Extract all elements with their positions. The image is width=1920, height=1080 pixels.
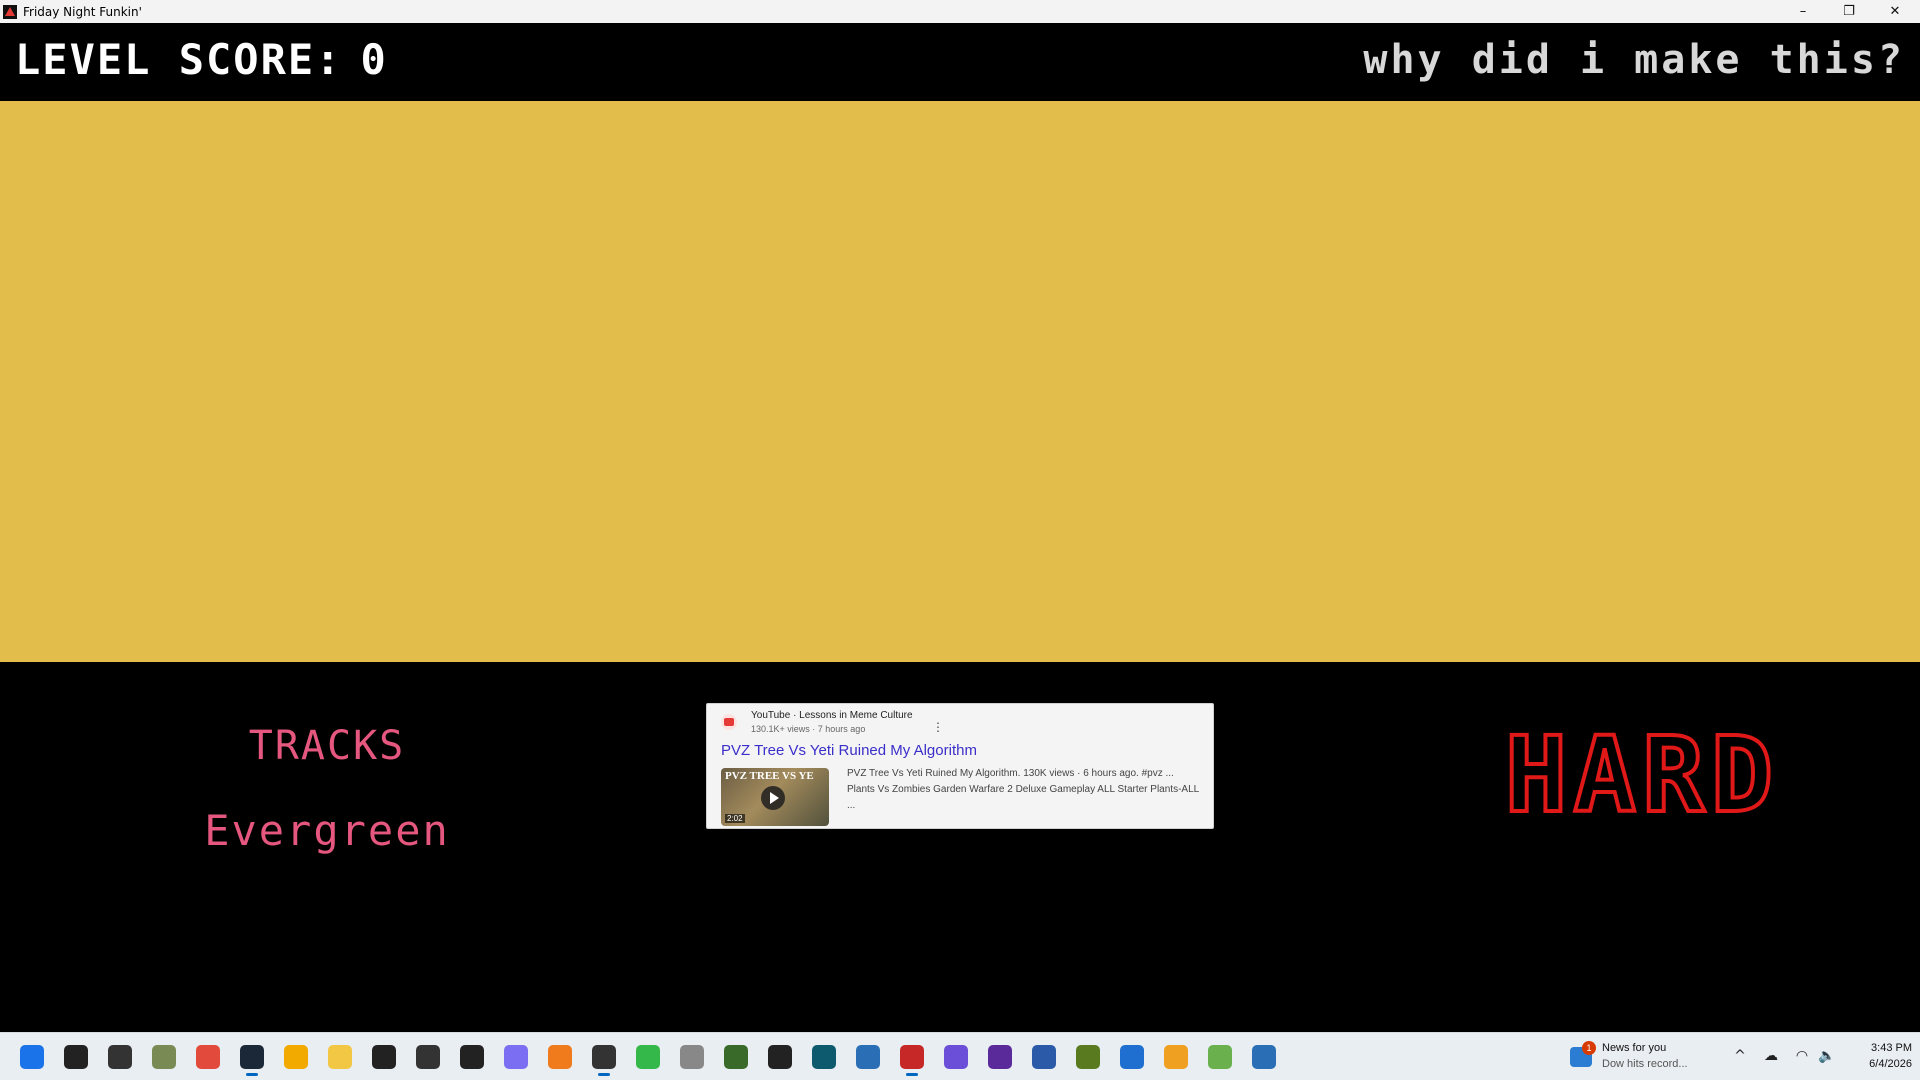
more-vert-icon[interactable]: ⋮ <box>932 720 944 734</box>
tray-chevron-icon[interactable]: ^ <box>1731 1047 1749 1065</box>
game-viewport[interactable]: LEVEL SCORE: 0 why did i make this? TRACK… <box>0 23 1920 1032</box>
fl-studio-icon[interactable] <box>548 1045 572 1069</box>
card-source: YouTube · Lessons in Meme Culture <box>751 710 913 721</box>
star-app-icon[interactable] <box>724 1045 748 1069</box>
card-description: PVZ Tree Vs Yeti Ruined My Algorithm. 13… <box>847 768 1199 811</box>
taskbar: 1 News for you Dow hits record... ^ ☁ ◠ … <box>0 1032 1920 1080</box>
terminal-app-icon[interactable] <box>812 1045 836 1069</box>
m-app-icon[interactable] <box>372 1045 396 1069</box>
thumb-text: PVZ TREE VS YE <box>725 770 814 782</box>
chrome-icon[interactable] <box>196 1045 220 1069</box>
clock-date: 6/4/2026 <box>1869 1058 1912 1070</box>
wifi-icon[interactable]: ◠ <box>1793 1047 1811 1065</box>
week-banner <box>0 101 1920 662</box>
track-item: Evergreen <box>204 806 450 855</box>
mouse-app-icon[interactable] <box>680 1045 704 1069</box>
obs-icon[interactable] <box>592 1045 616 1076</box>
pen-app-icon[interactable] <box>460 1045 484 1069</box>
pvz-app-icon[interactable] <box>152 1045 176 1069</box>
start-icon[interactable] <box>20 1045 44 1069</box>
globe-app-icon[interactable] <box>856 1045 880 1069</box>
fnf-app-icon[interactable] <box>900 1045 924 1076</box>
play-icon <box>761 786 785 810</box>
card-title[interactable]: PVZ Tree Vs Yeti Ruined My Algorithm <box>721 742 977 759</box>
video-thumbnail[interactable]: PVZ TREE VS YE 2:02 <box>721 768 829 826</box>
crystal-app-icon[interactable] <box>944 1045 968 1069</box>
minimize-button[interactable]: – <box>1780 0 1826 23</box>
video-duration: 2:02 <box>725 814 745 823</box>
close-button[interactable]: ✕ <box>1872 0 1918 23</box>
fnf-window-icon <box>2 4 18 20</box>
clock[interactable]: 3:43 PM 6/4/2026 <box>1846 1040 1912 1072</box>
news-badge: 1 <box>1582 1041 1596 1055</box>
level-score-label: LEVEL SCORE: <box>15 35 343 84</box>
chrome-canary-icon[interactable] <box>284 1045 308 1069</box>
card-meta: 130.1K+ views · 7 hours ago <box>751 724 866 734</box>
bug-app-icon[interactable] <box>1076 1045 1100 1069</box>
window-title: Friday Night Funkin' <box>23 4 142 19</box>
leaf-app-icon[interactable] <box>1208 1045 1232 1069</box>
tracks-label: TRACKS <box>248 723 406 769</box>
search-icon[interactable] <box>64 1045 88 1069</box>
level-score: LEVEL SCORE: 0 <box>15 35 388 84</box>
news-subtitle: Dow hits record... <box>1602 1058 1688 1070</box>
level-score-value: 0 <box>360 35 388 84</box>
title-bar: Friday Night Funkin' – ❐ ✕ <box>0 0 1920 23</box>
clock-time: 3:43 PM <box>1871 1042 1912 1054</box>
week-thumbnail[interactable]: YouTube · Lessons in Meme Culture 130.1K… <box>706 703 1214 829</box>
story-top-bar: LEVEL SCORE: 0 why did i make this? <box>0 23 1920 101</box>
onedrive-icon[interactable]: ☁ <box>1762 1047 1780 1065</box>
volume-icon[interactable]: 🔈 <box>1818 1047 1836 1065</box>
steam-icon[interactable] <box>240 1045 264 1076</box>
maximize-button[interactable]: ❐ <box>1826 0 1872 23</box>
task-view-icon[interactable] <box>108 1045 132 1069</box>
headphones-app-icon[interactable] <box>1164 1045 1188 1069</box>
keyboard-app-icon[interactable] <box>768 1045 792 1069</box>
paint-tool-icon[interactable] <box>636 1045 660 1069</box>
file-explorer-icon[interactable] <box>328 1045 352 1069</box>
news-title: News for you <box>1602 1042 1667 1054</box>
gem-app-icon[interactable] <box>988 1045 1012 1069</box>
web-app-icon[interactable] <box>1252 1045 1276 1069</box>
news-widget[interactable]: 1 News for you Dow hits record... <box>1568 1039 1708 1075</box>
music-notes-app-icon[interactable] <box>1032 1045 1056 1069</box>
youtube-icon <box>721 714 737 730</box>
monitor-app-icon[interactable] <box>1120 1045 1144 1069</box>
week-title: why did i make this? <box>1363 37 1905 83</box>
controller-app-icon[interactable] <box>504 1045 528 1069</box>
difficulty-selector[interactable]: HARD <box>1492 721 1792 829</box>
settings-app-icon[interactable] <box>416 1045 440 1069</box>
